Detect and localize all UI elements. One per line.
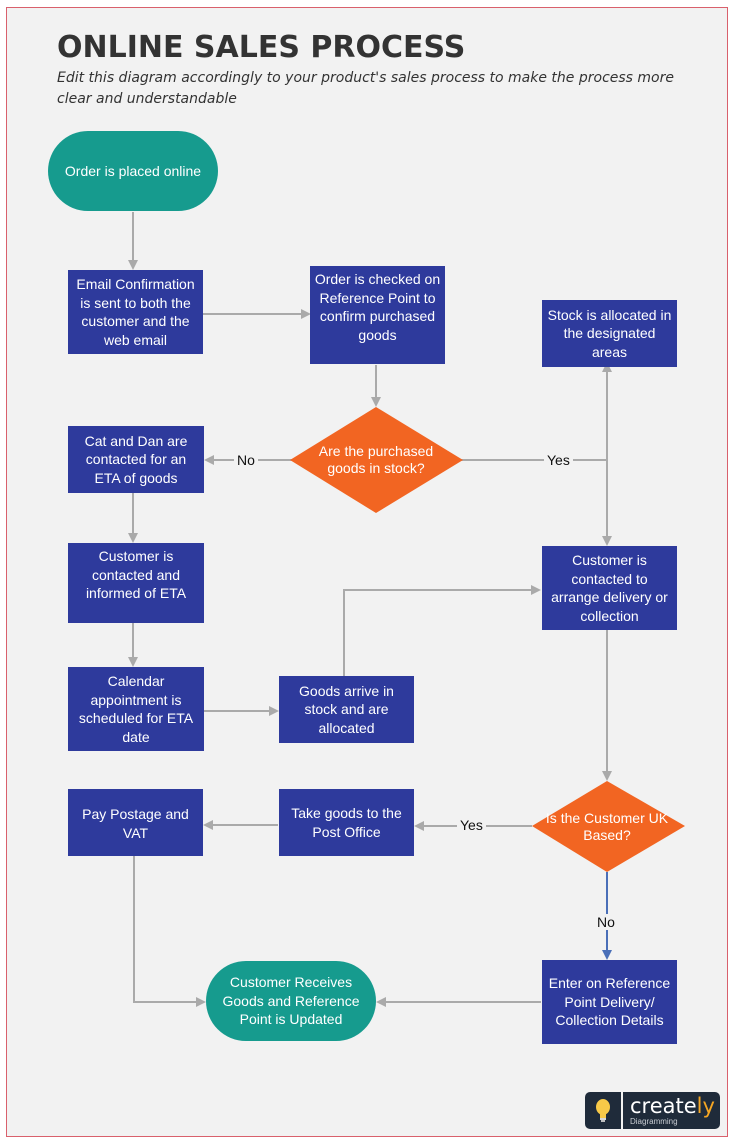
node-stock-allocated[interactable]: Stock is allocated in the designated are… [542,300,677,367]
node-order-checked[interactable]: Order is checked on Reference Point to c… [310,266,445,364]
decision-uk-label[interactable]: Is the Customer UK Based? [545,800,669,854]
node-pay-postage[interactable]: Pay Postage and VAT [68,789,203,856]
edge-pay-to-receives [133,856,206,1007]
decision-in-stock-label[interactable]: Are the purchased goods in stock? [300,430,452,490]
edge-label-uk-no: No [594,914,618,930]
node-arrange-delivery[interactable]: Customer is contacted to arrange deliver… [542,546,677,630]
logo-brand: creately [630,1095,715,1117]
node-customer-informed-eta[interactable]: Customer is contacted and informed of ET… [68,543,204,623]
node-enter-reference[interactable]: Enter on Reference Point Delivery/ Colle… [542,960,677,1044]
node-calendar-appointment[interactable]: Calendar appointment is scheduled for ET… [68,667,204,751]
edge-label-uk-yes: Yes [457,817,486,833]
node-cat-dan-contacted[interactable]: Cat and Dan are contacted for an ETA of … [68,426,204,493]
lightbulb-icon [585,1092,623,1129]
edge-goods-arrive-to-arrange [343,585,541,676]
edge-label-stock-no: No [234,452,258,468]
logo-tagline: Diagramming [630,1117,678,1126]
creately-logo: creately Diagramming [585,1092,720,1129]
node-post-office[interactable]: Take goods to the Post Office [279,789,414,856]
node-goods-arrive[interactable]: Goods arrive in stock and are allocated [279,676,414,743]
edge-label-stock-yes: Yes [544,452,573,468]
node-email-confirmation[interactable]: Email Confirmation is sent to both the c… [68,270,203,354]
logo-brand-accent: ly [696,1094,715,1118]
node-customer-receives[interactable]: Customer Receives Goods and Reference Po… [206,961,376,1041]
node-order-placed[interactable]: Order is placed online [48,131,218,211]
logo-brand-main: create [630,1094,697,1118]
